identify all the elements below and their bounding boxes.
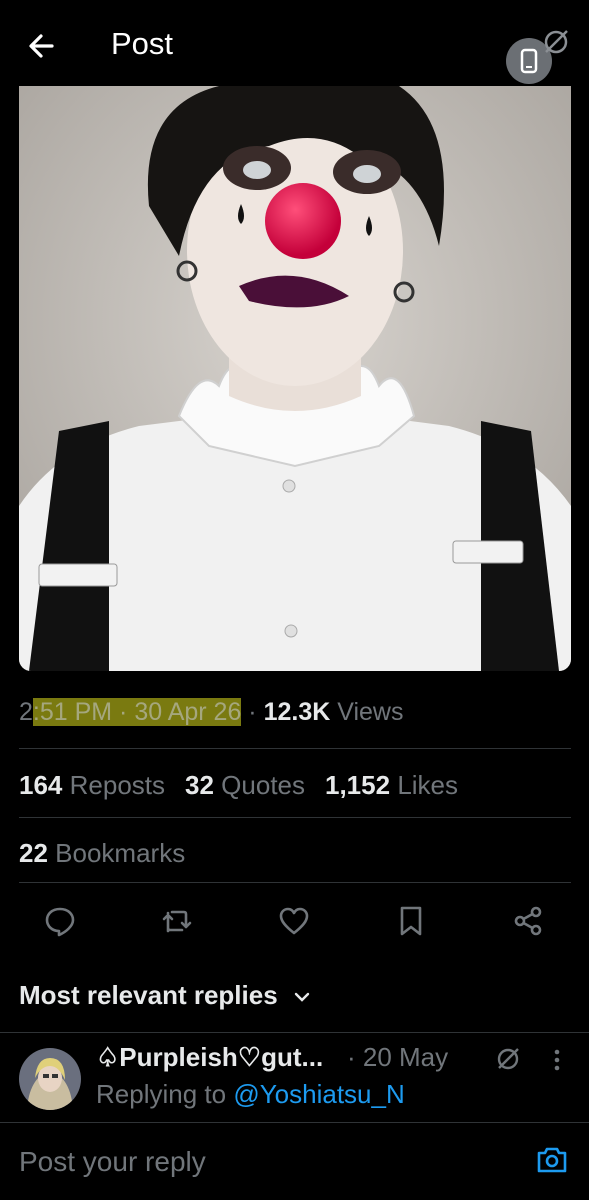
avatar[interactable] xyxy=(19,1048,81,1110)
page-title: Post xyxy=(111,26,174,61)
replying-prefix: Replying to xyxy=(96,1079,227,1109)
replying-to-line: Replying to @Yoshiatsu_N xyxy=(96,1079,405,1110)
back-arrow-icon[interactable] xyxy=(22,26,62,66)
reply-author-name[interactable]: ♤Purpleish♡gut... xyxy=(96,1042,323,1073)
header-overlay-icons[interactable] xyxy=(504,24,574,84)
views-count: 12.3K xyxy=(263,698,331,726)
replies-heading: Most relevant replies xyxy=(19,980,278,1010)
timestamp-prefix: 2 xyxy=(19,698,33,726)
more-options-icon[interactable] xyxy=(550,1047,564,1073)
engagement-stats: 164 Reposts 32 Quotes 1,152 Likes xyxy=(19,770,458,801)
repost-icon[interactable] xyxy=(160,904,194,938)
post-image[interactable] xyxy=(19,86,571,671)
share-icon[interactable] xyxy=(511,904,545,938)
top-bar: Post xyxy=(0,0,589,90)
clown-portrait-image xyxy=(19,86,571,671)
reposts-stat[interactable]: 164 Reposts xyxy=(19,770,165,800)
divider xyxy=(0,1032,589,1033)
reply-icon[interactable] xyxy=(43,904,77,938)
timestamp-highlighted: :51 PM · 30 Apr 26 xyxy=(32,698,242,726)
replies-sort-dropdown[interactable]: Most relevant replies xyxy=(19,980,311,1011)
divider xyxy=(19,882,571,883)
bookmarks-stat[interactable]: 22 Bookmarks xyxy=(19,838,185,869)
avatar-image xyxy=(19,1048,81,1110)
reply-date: · 20 May xyxy=(347,1042,449,1072)
like-icon[interactable] xyxy=(277,904,311,938)
meta-separator: · xyxy=(241,698,264,726)
reply-composer-input[interactable]: Post your reply xyxy=(19,1146,206,1178)
camera-icon[interactable] xyxy=(535,1143,569,1177)
quotes-stat[interactable]: 32 Quotes xyxy=(185,770,305,800)
bookmark-icon[interactable] xyxy=(394,904,428,938)
divider xyxy=(19,748,571,749)
divider xyxy=(0,1122,589,1123)
divider xyxy=(19,817,571,818)
views-label: Views xyxy=(337,698,404,726)
replying-handle-link[interactable]: @Yoshiatsu_N xyxy=(233,1079,404,1109)
post-timestamp-views: 2:51 PM · 30 Apr 26 · 12.3K Views xyxy=(19,698,404,727)
likes-stat[interactable]: 1,152 Likes xyxy=(325,770,458,800)
post-actions-bar xyxy=(0,898,589,950)
circle-slash-icon xyxy=(544,30,568,54)
chevron-down-icon xyxy=(294,992,310,1002)
circle-slash-icon xyxy=(497,1048,519,1070)
